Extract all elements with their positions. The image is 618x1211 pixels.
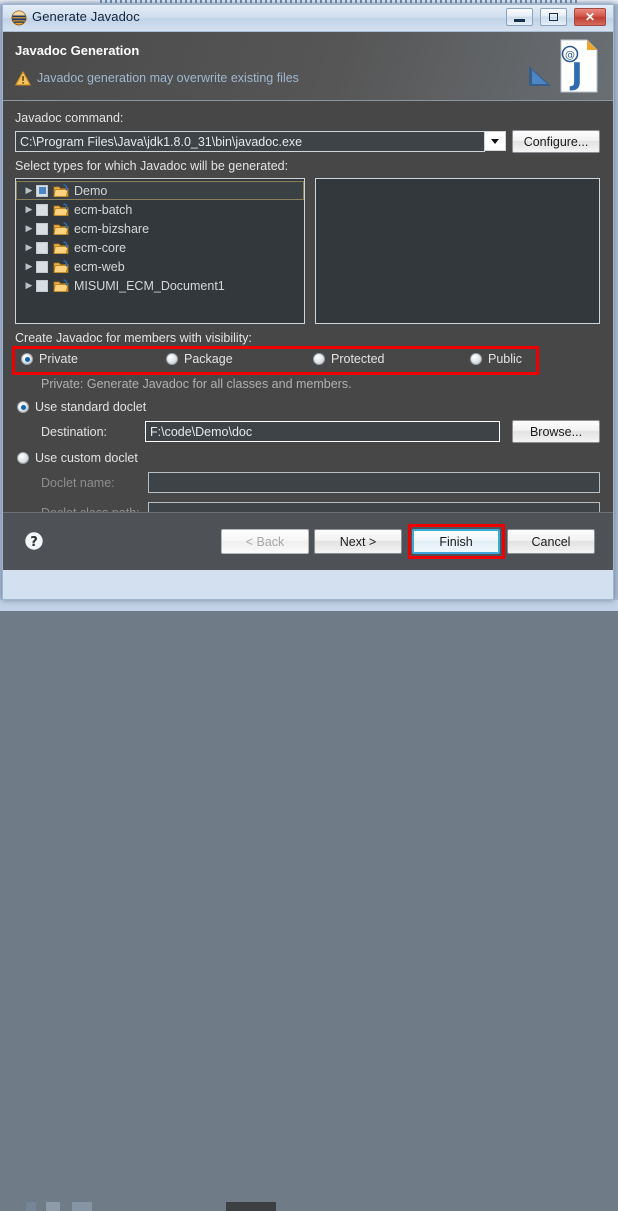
doclet-name-label: Doclet name: xyxy=(41,476,115,490)
dialog-button-bar: ? < Back Next > Finish Cancel xyxy=(3,512,613,570)
javadoc-command-input[interactable]: C:\Program Files\Java\jdk1.8.0_31\bin\ja… xyxy=(15,131,485,152)
types-detail-panel[interactable] xyxy=(315,178,600,324)
visibility-label: Create Javadoc for members with visibili… xyxy=(15,331,252,345)
tree-item[interactable]: ▶ Demo xyxy=(16,181,304,200)
visibility-radio-package[interactable]: Package xyxy=(166,352,233,366)
radio-indicator xyxy=(17,401,29,413)
expand-arrow-icon[interactable]: ▶ xyxy=(22,242,36,253)
close-button[interactable]: ✕ xyxy=(574,8,606,26)
tree-item-label: ecm-batch xyxy=(74,203,132,217)
expand-arrow-icon[interactable]: ▶ xyxy=(22,261,36,272)
expand-arrow-icon[interactable]: ▶ xyxy=(22,223,36,234)
background-toolbar-ticks xyxy=(100,0,580,3)
background-bottom-strip xyxy=(0,600,618,611)
dialog-banner: Javadoc Generation Javadoc generation ma… xyxy=(3,32,613,101)
radio-indicator xyxy=(470,353,482,365)
minimize-icon xyxy=(507,9,532,25)
folder-icon xyxy=(53,184,69,198)
tree-item-label: ecm-bizshare xyxy=(74,222,149,236)
tree-item-label: ecm-web xyxy=(74,260,125,274)
generate-javadoc-dialog: Generate Javadoc ✕ Javadoc Generation Ja… xyxy=(2,4,614,600)
javadoc-command-dropdown[interactable] xyxy=(484,131,506,151)
tree-item-checkbox[interactable] xyxy=(36,223,48,235)
chevron-down-icon xyxy=(491,139,499,144)
visibility-radio-private[interactable]: Private xyxy=(21,352,78,366)
maximize-button[interactable] xyxy=(540,8,567,26)
title-bar: Generate Javadoc ✕ xyxy=(3,5,613,32)
back-button[interactable]: < Back xyxy=(221,529,309,554)
folder-icon xyxy=(53,279,69,293)
select-types-label: Select types for which Javadoc will be g… xyxy=(15,159,288,173)
tree-item-label: Demo xyxy=(74,184,107,198)
folder-icon xyxy=(53,241,69,255)
destination-label: Destination: xyxy=(41,425,107,439)
visibility-option-label: Private xyxy=(39,352,78,366)
banner-warning-text: Javadoc generation may overwrite existin… xyxy=(37,71,299,85)
close-icon: ✕ xyxy=(575,9,605,25)
visibility-description: Private: Generate Javadoc for all classe… xyxy=(41,377,352,391)
finish-button[interactable]: Finish xyxy=(412,529,500,554)
javadoc-app-icon xyxy=(11,10,27,26)
expand-arrow-icon[interactable]: ▶ xyxy=(22,280,36,291)
expand-arrow-icon[interactable]: ▶ xyxy=(22,185,36,196)
banner-title: Javadoc Generation xyxy=(15,43,139,58)
tree-item[interactable]: ▶ ecm-bizshare xyxy=(16,219,304,238)
use-standard-doclet-radio[interactable]: Use standard doclet xyxy=(17,400,146,414)
visibility-radio-public[interactable]: Public xyxy=(470,352,522,366)
javadoc-command-label: Javadoc command: xyxy=(15,111,123,125)
radio-indicator xyxy=(21,353,33,365)
doclet-name-input[interactable] xyxy=(148,472,600,493)
window-title: Generate Javadoc xyxy=(32,9,140,24)
next-button[interactable]: Next > xyxy=(314,529,402,554)
radio-indicator xyxy=(166,353,178,365)
tree-item[interactable]: ▶ MISUMI_ECM_Document1 xyxy=(16,276,304,295)
help-question-icon[interactable]: ? xyxy=(23,530,45,552)
tree-item-checkbox[interactable] xyxy=(36,185,48,197)
dialog-content: Javadoc command: C:\Program Files\Java\j… xyxy=(3,101,613,570)
visibility-annotation-box xyxy=(12,346,539,375)
tree-item-label: ecm-core xyxy=(74,241,126,255)
folder-icon xyxy=(53,260,69,274)
types-tree[interactable]: ▶ Demo ▶ ecm-batch ▶ ecm-bizshare ▶ ecm-core ▶ ec… xyxy=(15,178,305,324)
use-custom-doclet-label: Use custom doclet xyxy=(35,451,138,465)
use-custom-doclet-radio[interactable]: Use custom doclet xyxy=(17,451,138,465)
tree-item[interactable]: ▶ ecm-web xyxy=(16,257,304,276)
background-bottom-icons xyxy=(26,1202,346,1211)
javadoc-page-icon: @ J xyxy=(525,34,605,98)
tree-item-checkbox[interactable] xyxy=(36,261,48,273)
tree-item-label: MISUMI_ECM_Document1 xyxy=(74,279,225,293)
tree-item-checkbox[interactable] xyxy=(36,204,48,216)
minimize-button[interactable] xyxy=(506,8,533,26)
folder-icon xyxy=(53,203,69,217)
expand-arrow-icon[interactable]: ▶ xyxy=(22,204,36,215)
tree-item-checkbox[interactable] xyxy=(36,242,48,254)
tree-item-checkbox[interactable] xyxy=(36,280,48,292)
warning-triangle-icon xyxy=(15,71,31,86)
radio-indicator xyxy=(17,452,29,464)
visibility-option-label: Package xyxy=(184,352,233,366)
svg-text:?: ? xyxy=(30,535,38,550)
visibility-option-label: Public xyxy=(488,352,522,366)
configure-button[interactable]: Configure... xyxy=(512,130,600,153)
radio-indicator xyxy=(313,353,325,365)
tree-item[interactable]: ▶ ecm-core xyxy=(16,238,304,257)
tree-item[interactable]: ▶ ecm-batch xyxy=(16,200,304,219)
visibility-option-label: Protected xyxy=(331,352,385,366)
cancel-button[interactable]: Cancel xyxy=(507,529,595,554)
folder-icon xyxy=(53,222,69,236)
browse-button[interactable]: Browse... xyxy=(512,420,600,443)
svg-text:J: J xyxy=(569,57,582,92)
destination-input[interactable]: F:\code\Demo\doc xyxy=(145,421,500,442)
use-standard-doclet-label: Use standard doclet xyxy=(35,400,146,414)
visibility-radio-protected[interactable]: Protected xyxy=(313,352,385,366)
maximize-icon xyxy=(541,9,566,25)
